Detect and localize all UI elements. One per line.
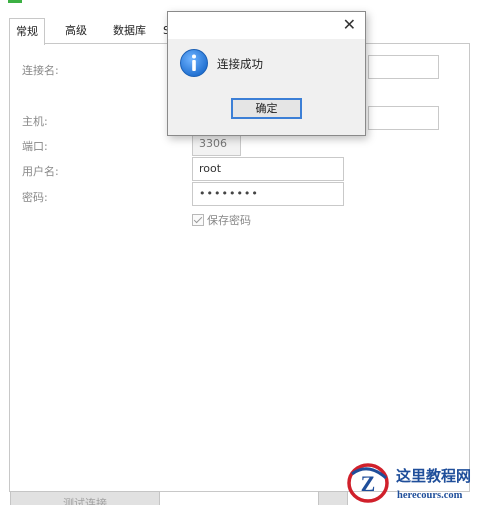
svg-text:herecours.com: herecours.com	[397, 490, 463, 501]
tab-general[interactable]: 常规	[9, 18, 45, 45]
tab-databases[interactable]: 数据库	[107, 20, 152, 42]
svg-text:这里教程网: 这里教程网	[396, 467, 471, 485]
dialog-titlebar: ✕	[168, 12, 365, 39]
tab-advanced[interactable]: 高级	[59, 20, 93, 42]
test-connection-button[interactable]: 测试连接	[10, 491, 160, 505]
password-input[interactable]: ••••••••	[192, 182, 344, 206]
connection-name-label: 连接名:	[22, 64, 59, 77]
username-label: 用户名:	[22, 165, 59, 178]
ok-button[interactable]: 确定	[231, 98, 302, 119]
success-dialog: ✕ 连接成功 确定	[167, 11, 366, 136]
save-password-checkbox[interactable]: 保存密码	[192, 212, 251, 228]
host-label: 主机:	[22, 115, 48, 128]
username-input[interactable]: root	[192, 157, 344, 181]
ok-button-partial[interactable]	[318, 491, 348, 505]
svg-text:Z: Z	[361, 471, 376, 496]
host-input[interactable]	[368, 106, 439, 130]
connection-name-input[interactable]	[368, 55, 439, 79]
site-watermark-logo: Z 这里教程网 herecours.com	[347, 463, 471, 503]
close-icon[interactable]: ✕	[343, 15, 356, 35]
password-label: 密码:	[22, 191, 48, 204]
dialog-body: 连接成功 确定	[168, 39, 365, 135]
checkbox-checked-icon	[192, 214, 204, 226]
title-accent	[8, 0, 22, 3]
connection-window: 常规 高级 数据库 S 连接名: 主机: 端口: 3306 用户名: root …	[0, 0, 495, 505]
dialog-message: 连接成功	[217, 57, 263, 71]
info-icon	[180, 49, 208, 77]
port-label: 端口:	[22, 140, 48, 153]
save-password-label: 保存密码	[207, 214, 251, 227]
